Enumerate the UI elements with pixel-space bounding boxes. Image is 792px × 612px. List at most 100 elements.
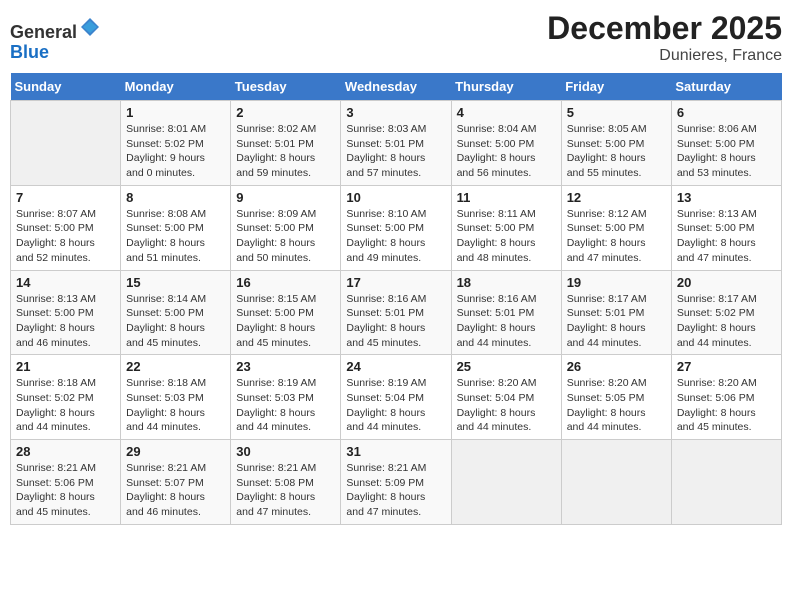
calendar-cell: 6 Sunrise: 8:06 AM Sunset: 5:00 PM Daylig… [671,101,781,186]
day-number: 9 [236,190,335,205]
calendar-cell: 1 Sunrise: 8:01 AM Sunset: 5:02 PM Daylig… [121,101,231,186]
calendar-cell: 25Sunrise: 8:20 AM Sunset: 5:04 PM Dayli… [451,355,561,440]
calendar-cell [11,101,121,186]
day-detail: Sunrise: 8:20 AM Sunset: 5:05 PM Dayligh… [567,376,666,435]
day-number: 17 [346,275,445,290]
calendar-cell: 20 Sunrise: 8:17 AM Sunset: 5:02 PM Dayli… [671,270,781,355]
calendar-cell: 3 Sunrise: 8:03 AM Sunset: 5:01 PM Daylig… [341,101,451,186]
day-number: 7 [16,190,115,205]
calendar-cell: 27 Sunrise: 8:20 AM Sunset: 5:06 PM Dayli… [671,355,781,440]
calendar-cell: 4Sunrise: 8:04 AM Sunset: 5:00 PM Daylig… [451,101,561,186]
day-number: 21 [16,359,115,374]
day-number: 16 [236,275,335,290]
calendar-cell: 2Sunrise: 8:02 AM Sunset: 5:01 PM Daylig… [231,101,341,186]
page-header: General Blue December 2025 Dunieres, Fra… [10,10,782,65]
day-number: 1 [126,105,225,120]
header-wednesday: Wednesday [341,73,451,101]
day-detail: Sunrise: 8:16 AM Sunset: 5:01 PM Dayligh… [346,292,445,351]
day-detail: Sunrise: 8:18 AM Sunset: 5:02 PM Dayligh… [16,376,115,435]
day-number: 22 [126,359,225,374]
calendar-cell: 23Sunrise: 8:19 AM Sunset: 5:03 PM Dayli… [231,355,341,440]
day-detail: Sunrise: 8:12 AM Sunset: 5:00 PM Dayligh… [567,207,666,266]
day-detail: Sunrise: 8:18 AM Sunset: 5:03 PM Dayligh… [126,376,225,435]
day-detail: Sunrise: 8:07 AM Sunset: 5:00 PM Dayligh… [16,207,115,266]
day-number: 13 [677,190,776,205]
day-detail: Sunrise: 8:20 AM Sunset: 5:06 PM Dayligh… [677,376,776,435]
day-number: 27 [677,359,776,374]
day-number: 11 [457,190,556,205]
calendar-cell: 7 Sunrise: 8:07 AM Sunset: 5:00 PM Daylig… [11,185,121,270]
calendar-week-row: 28 Sunrise: 8:21 AM Sunset: 5:06 PM Dayli… [11,440,782,525]
day-number: 30 [236,444,335,459]
day-detail: Sunrise: 8:17 AM Sunset: 5:01 PM Dayligh… [567,292,666,351]
day-detail: Sunrise: 8:21 AM Sunset: 5:09 PM Dayligh… [346,461,445,520]
header-friday: Friday [561,73,671,101]
day-detail: Sunrise: 8:14 AM Sunset: 5:00 PM Dayligh… [126,292,225,351]
calendar-cell: 11 Sunrise: 8:11 AM Sunset: 5:00 PM Dayli… [451,185,561,270]
calendar-cell: 12 Sunrise: 8:12 AM Sunset: 5:00 PM Dayli… [561,185,671,270]
day-number: 14 [16,275,115,290]
day-detail: Sunrise: 8:13 AM Sunset: 5:00 PM Dayligh… [16,292,115,351]
day-detail: Sunrise: 8:04 AM Sunset: 5:00 PM Dayligh… [457,122,556,181]
calendar-cell: 5 Sunrise: 8:05 AM Sunset: 5:00 PM Daylig… [561,101,671,186]
day-number: 6 [677,105,776,120]
header-thursday: Thursday [451,73,561,101]
calendar-cell: 17 Sunrise: 8:16 AM Sunset: 5:01 PM Dayli… [341,270,451,355]
day-detail: Sunrise: 8:21 AM Sunset: 5:07 PM Dayligh… [126,461,225,520]
day-number: 3 [346,105,445,120]
calendar-week-row: 14 Sunrise: 8:13 AM Sunset: 5:00 PM Dayli… [11,270,782,355]
day-number: 20 [677,275,776,290]
day-number: 5 [567,105,666,120]
day-detail: Sunrise: 8:01 AM Sunset: 5:02 PM Dayligh… [126,122,225,181]
day-detail: Sunrise: 8:10 AM Sunset: 5:00 PM Dayligh… [346,207,445,266]
day-number: 24 [346,359,445,374]
day-number: 19 [567,275,666,290]
calendar-cell: 24Sunrise: 8:19 AM Sunset: 5:04 PM Dayli… [341,355,451,440]
day-detail: Sunrise: 8:11 AM Sunset: 5:00 PM Dayligh… [457,207,556,266]
day-detail: Sunrise: 8:05 AM Sunset: 5:00 PM Dayligh… [567,122,666,181]
calendar-cell: 18 Sunrise: 8:16 AM Sunset: 5:01 PM Dayli… [451,270,561,355]
day-detail: Sunrise: 8:16 AM Sunset: 5:01 PM Dayligh… [457,292,556,351]
calendar-cell: 9Sunrise: 8:09 AM Sunset: 5:00 PM Daylig… [231,185,341,270]
calendar-cell [561,440,671,525]
day-detail: Sunrise: 8:03 AM Sunset: 5:01 PM Dayligh… [346,122,445,181]
day-number: 28 [16,444,115,459]
header-monday: Monday [121,73,231,101]
day-detail: Sunrise: 8:21 AM Sunset: 5:08 PM Dayligh… [236,461,335,520]
header-tuesday: Tuesday [231,73,341,101]
day-number: 26 [567,359,666,374]
calendar-week-row: 1 Sunrise: 8:01 AM Sunset: 5:02 PM Daylig… [11,101,782,186]
day-detail: Sunrise: 8:17 AM Sunset: 5:02 PM Dayligh… [677,292,776,351]
day-detail: Sunrise: 8:08 AM Sunset: 5:00 PM Dayligh… [126,207,225,266]
calendar-cell: 10 Sunrise: 8:10 AM Sunset: 5:00 PM Dayli… [341,185,451,270]
logo: General Blue [10,16,101,63]
logo-blue-text: Blue [10,42,49,62]
day-detail: Sunrise: 8:21 AM Sunset: 5:06 PM Dayligh… [16,461,115,520]
calendar-cell: 15 Sunrise: 8:14 AM Sunset: 5:00 PM Dayli… [121,270,231,355]
calendar-cell [451,440,561,525]
day-number: 12 [567,190,666,205]
calendar-cell: 8Sunrise: 8:08 AM Sunset: 5:00 PM Daylig… [121,185,231,270]
logo-general-text: General [10,22,77,42]
day-number: 25 [457,359,556,374]
calendar-cell: 16Sunrise: 8:15 AM Sunset: 5:00 PM Dayli… [231,270,341,355]
day-number: 15 [126,275,225,290]
header-sunday: Sunday [11,73,121,101]
day-number: 2 [236,105,335,120]
title-block: December 2025 Dunieres, France [547,10,782,65]
calendar-cell: 26 Sunrise: 8:20 AM Sunset: 5:05 PM Dayli… [561,355,671,440]
day-detail: Sunrise: 8:13 AM Sunset: 5:00 PM Dayligh… [677,207,776,266]
day-number: 18 [457,275,556,290]
calendar-cell [671,440,781,525]
day-detail: Sunrise: 8:06 AM Sunset: 5:00 PM Dayligh… [677,122,776,181]
calendar-cell: 30 Sunrise: 8:21 AM Sunset: 5:08 PM Dayli… [231,440,341,525]
calendar-cell: 31Sunrise: 8:21 AM Sunset: 5:09 PM Dayli… [341,440,451,525]
header-saturday: Saturday [671,73,781,101]
day-number: 23 [236,359,335,374]
day-number: 29 [126,444,225,459]
calendar-cell: 14 Sunrise: 8:13 AM Sunset: 5:00 PM Dayli… [11,270,121,355]
calendar-cell: 29 Sunrise: 8:21 AM Sunset: 5:07 PM Dayli… [121,440,231,525]
day-number: 10 [346,190,445,205]
calendar-cell: 22 Sunrise: 8:18 AM Sunset: 5:03 PM Dayli… [121,355,231,440]
calendar-cell: 13 Sunrise: 8:13 AM Sunset: 5:00 PM Dayli… [671,185,781,270]
